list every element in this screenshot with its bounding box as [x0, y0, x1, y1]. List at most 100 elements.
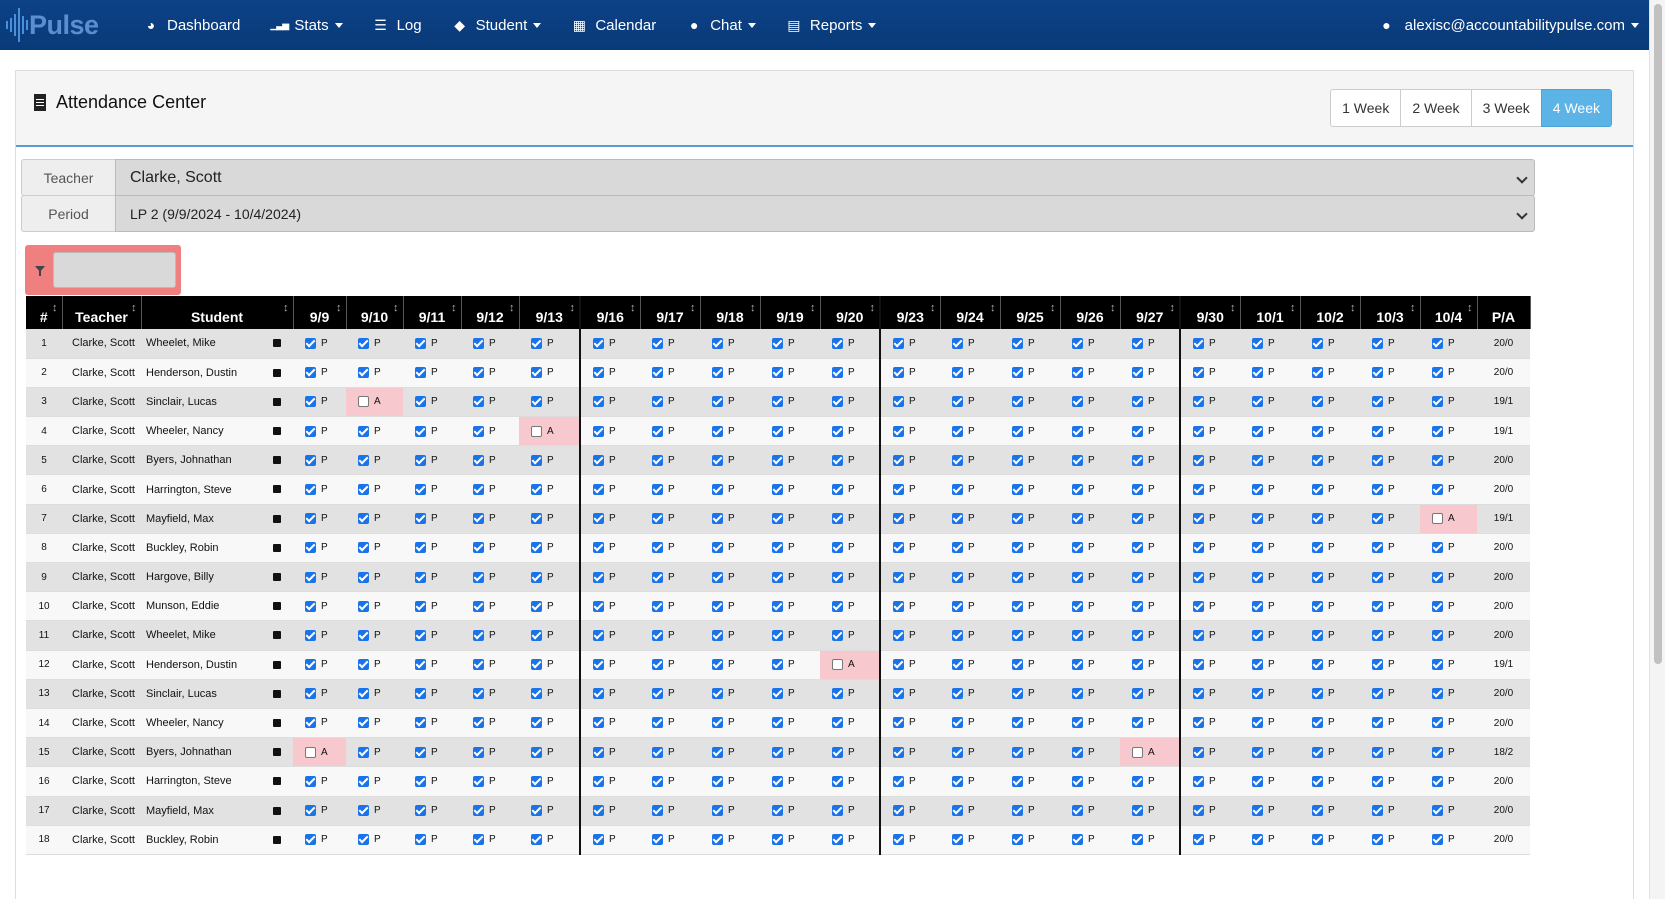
attendance-checkbox[interactable]: [1252, 396, 1263, 408]
attendance-checkbox[interactable]: [952, 542, 963, 554]
attendance-checkbox[interactable]: [358, 571, 369, 583]
attendance-checkbox[interactable]: [1193, 775, 1204, 787]
col-header-date[interactable]: 10/1 ↕: [1240, 296, 1301, 329]
attendance-checkbox[interactable]: [1372, 659, 1383, 671]
col-header-date[interactable]: 9/10 ↕: [346, 296, 404, 329]
attendance-checkbox[interactable]: [531, 775, 542, 787]
attendance-checkbox[interactable]: [1252, 337, 1263, 349]
attendance-checkbox[interactable]: [1252, 454, 1263, 466]
attendance-checkbox[interactable]: [1432, 688, 1443, 700]
attendance-checkbox[interactable]: [1432, 425, 1443, 437]
attendance-checkbox[interactable]: [712, 337, 723, 349]
attendance-checkbox[interactable]: [1432, 337, 1443, 349]
attendance-checkbox[interactable]: [1252, 542, 1263, 554]
attendance-checkbox[interactable]: [473, 746, 484, 758]
attendance-checkbox[interactable]: [772, 542, 783, 554]
attendance-checkbox[interactable]: [1132, 337, 1143, 349]
attendance-checkbox[interactable]: [1372, 746, 1383, 758]
attendance-checkbox[interactable]: [305, 454, 316, 466]
attendance-checkbox[interactable]: [1432, 483, 1443, 495]
attendance-checkbox[interactable]: [1252, 367, 1263, 379]
attendance-checkbox[interactable]: [832, 717, 843, 729]
attendance-checkbox[interactable]: [305, 629, 316, 641]
attendance-checkbox[interactable]: [652, 513, 663, 525]
attendance-checkbox[interactable]: [832, 337, 843, 349]
attendance-checkbox[interactable]: [1312, 805, 1323, 817]
teacher-select[interactable]: Clarke, Scott: [115, 159, 1535, 196]
attendance-checkbox[interactable]: [952, 659, 963, 671]
attendance-checkbox[interactable]: [1072, 834, 1083, 846]
attendance-checkbox[interactable]: [1132, 542, 1143, 554]
col-header-num[interactable]: # ↕: [26, 296, 63, 329]
attendance-checkbox[interactable]: [952, 746, 963, 758]
nav-dashboard[interactable]: ◕ Dashboard: [128, 0, 255, 50]
attendance-checkbox[interactable]: [473, 367, 484, 379]
attendance-checkbox[interactable]: [1193, 746, 1204, 758]
attendance-checkbox[interactable]: [593, 805, 604, 817]
attendance-checkbox[interactable]: [415, 746, 426, 758]
attendance-checkbox[interactable]: [952, 805, 963, 817]
attendance-checkbox[interactable]: [593, 396, 604, 408]
attendance-checkbox[interactable]: [652, 337, 663, 349]
note-icon[interactable]: [273, 368, 281, 377]
attendance-checkbox[interactable]: [772, 659, 783, 671]
attendance-checkbox[interactable]: [1432, 746, 1443, 758]
attendance-checkbox[interactable]: [1193, 805, 1204, 817]
attendance-checkbox[interactable]: [1012, 571, 1023, 583]
attendance-checkbox[interactable]: [1312, 688, 1323, 700]
attendance-checkbox[interactable]: [952, 337, 963, 349]
attendance-checkbox[interactable]: [952, 600, 963, 612]
attendance-checkbox[interactable]: [832, 775, 843, 787]
attendance-checkbox[interactable]: [712, 688, 723, 700]
attendance-checkbox[interactable]: [358, 688, 369, 700]
attendance-checkbox[interactable]: [1312, 600, 1323, 612]
attendance-checkbox[interactable]: [1252, 746, 1263, 758]
attendance-checkbox[interactable]: [712, 629, 723, 641]
col-header-date[interactable]: 10/3 ↕: [1360, 296, 1421, 329]
attendance-checkbox[interactable]: [1012, 834, 1023, 846]
attendance-checkbox[interactable]: [358, 629, 369, 641]
col-header-date[interactable]: 9/13 ↕: [519, 296, 581, 329]
attendance-checkbox[interactable]: [305, 688, 316, 700]
attendance-checkbox[interactable]: [358, 454, 369, 466]
attendance-checkbox[interactable]: [893, 659, 904, 671]
attendance-checkbox[interactable]: [832, 513, 843, 525]
attendance-checkbox[interactable]: [531, 454, 542, 466]
attendance-checkbox[interactable]: [473, 834, 484, 846]
attendance-checkbox[interactable]: [1193, 571, 1204, 583]
attendance-checkbox[interactable]: [893, 805, 904, 817]
week-button-3[interactable]: 3 Week: [1470, 89, 1542, 127]
attendance-checkbox[interactable]: [305, 746, 316, 758]
attendance-checkbox[interactable]: [358, 746, 369, 758]
week-button-4[interactable]: 4 Week: [1540, 89, 1612, 127]
attendance-checkbox[interactable]: [473, 571, 484, 583]
attendance-checkbox[interactable]: [1372, 396, 1383, 408]
attendance-checkbox[interactable]: [712, 571, 723, 583]
attendance-checkbox[interactable]: [832, 396, 843, 408]
attendance-checkbox[interactable]: [1132, 746, 1143, 758]
attendance-checkbox[interactable]: [1312, 513, 1323, 525]
attendance-checkbox[interactable]: [712, 483, 723, 495]
attendance-checkbox[interactable]: [712, 746, 723, 758]
col-header-date[interactable]: 10/4 ↕: [1420, 296, 1478, 329]
attendance-checkbox[interactable]: [893, 600, 904, 612]
note-icon[interactable]: [273, 806, 281, 815]
attendance-checkbox[interactable]: [1072, 542, 1083, 554]
attendance-checkbox[interactable]: [415, 805, 426, 817]
attendance-checkbox[interactable]: [893, 513, 904, 525]
note-icon[interactable]: [273, 660, 281, 669]
attendance-checkbox[interactable]: [1193, 600, 1204, 612]
pulse-logo[interactable]: Pulse: [6, 6, 99, 44]
attendance-checkbox[interactable]: [1012, 337, 1023, 349]
attendance-checkbox[interactable]: [1193, 629, 1204, 641]
attendance-checkbox[interactable]: [832, 542, 843, 554]
page-scrollbar[interactable]: [1649, 0, 1665, 899]
attendance-checkbox[interactable]: [1252, 659, 1263, 671]
attendance-checkbox[interactable]: [652, 454, 663, 466]
attendance-checkbox[interactable]: [1312, 834, 1323, 846]
attendance-checkbox[interactable]: [593, 367, 604, 379]
attendance-checkbox[interactable]: [1432, 659, 1443, 671]
attendance-checkbox[interactable]: [415, 483, 426, 495]
attendance-checkbox[interactable]: [1252, 425, 1263, 437]
attendance-checkbox[interactable]: [1193, 659, 1204, 671]
